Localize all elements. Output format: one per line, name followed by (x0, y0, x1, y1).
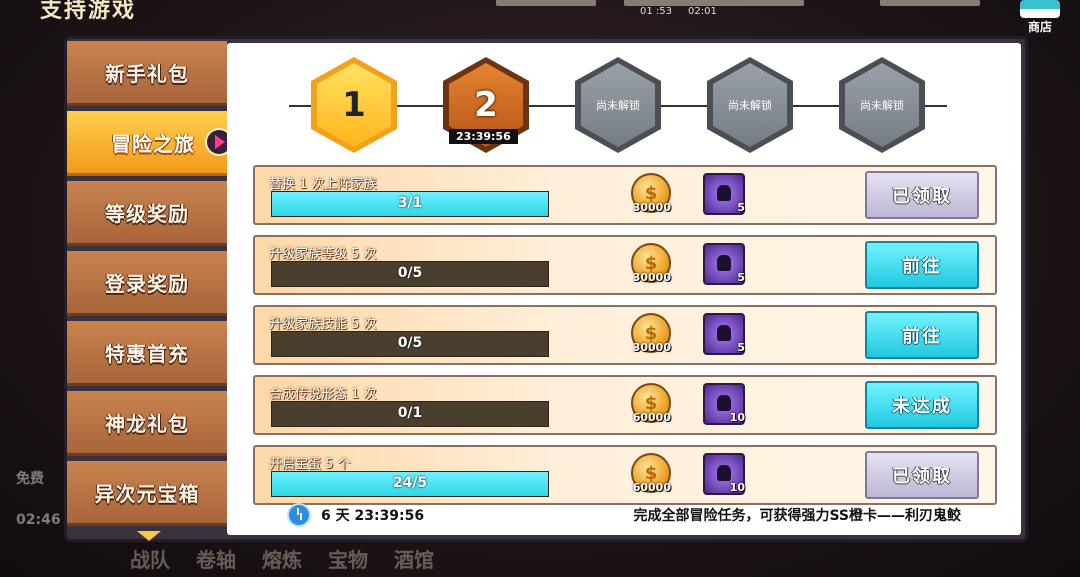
shop-label: 商店 (1027, 20, 1052, 34)
task-progress-bar: 0/1 (271, 401, 549, 427)
clock-icon (287, 503, 311, 527)
stage-timer: 23:39:56 (449, 129, 518, 144)
task-name: 替换 1 次上阵家族 (269, 177, 377, 192)
sidebar: 新手礼包 冒险之旅 等级奖励 登录奖励 特惠首充 神龙礼包 异次元宝箱 (67, 41, 239, 541)
locked-label: 尚未解锁 (728, 99, 772, 112)
nav-treasure[interactable]: 宝物 (328, 544, 368, 573)
coin-reward-amount: 30000 (632, 201, 671, 214)
task-progress-text: 3/1 (397, 195, 423, 211)
sidebar-item-label: 神龙礼包 (105, 411, 189, 436)
coin-reward-amount: 30000 (632, 341, 671, 354)
card-reward-amount: 10 (729, 481, 745, 494)
locked-label: 尚未解锁 (596, 99, 640, 112)
card-reward-amount: 5 (737, 201, 745, 214)
claimed-button[interactable]: 已领取 (865, 451, 979, 499)
nav-tavern[interactable]: 酒馆 (394, 544, 434, 573)
stage-number: 1 (342, 85, 366, 125)
shop-button[interactable]: 商店 (1014, 0, 1066, 40)
task-progress-text: 24/5 (392, 475, 428, 491)
card-reward-amount: 5 (737, 341, 745, 354)
task-progress-bar: 0/5 (271, 261, 549, 287)
go-button[interactable]: 前往 (865, 311, 979, 359)
adventure-content: 1 2 23:39:56 尚未解锁 尚未解锁 尚未解锁 替换 1 次上阵家族 3… (227, 43, 1021, 535)
sidebar-item-login-reward[interactable]: 登录奖励 (67, 251, 227, 316)
task-name: 升级家族等级 5 次 (269, 247, 377, 262)
task-progress-bar: 3/1 (271, 191, 549, 217)
task-row: 升级家族技能 5 次 0/5 $ 30000 5 前往 (253, 305, 997, 365)
bottom-nav: 战队 卷轴 熔炼 宝物 酒馆 (130, 544, 434, 573)
free-label: 免费 (16, 471, 44, 487)
nav-smelt[interactable]: 熔炼 (262, 544, 302, 573)
sidebar-item-label: 特惠首充 (105, 341, 189, 366)
stage-number: 2 (474, 85, 498, 125)
sidebar-item-first-recharge[interactable]: 特惠首充 (67, 321, 227, 386)
task-progress-bar: 0/5 (271, 331, 549, 357)
not-reached-button[interactable]: 未达成 (865, 381, 979, 429)
coin-reward-amount: 60000 (632, 481, 671, 494)
event-panel: 新手礼包 冒险之旅 等级奖励 登录奖励 特惠首充 神龙礼包 异次元宝箱 1 2 … (64, 36, 1028, 542)
sidebar-item-dragon-pack[interactable]: 神龙礼包 (67, 391, 227, 456)
sidebar-item-level-reward[interactable]: 等级奖励 (67, 181, 227, 246)
sidebar-item-adventure[interactable]: 冒险之旅 (67, 111, 239, 176)
task-row: 升级家族等级 5 次 0/5 $ 30000 5 前往 (253, 235, 997, 295)
sidebar-item-label: 异次元宝箱 (94, 481, 200, 506)
task-row: 替换 1 次上阵家族 3/1 $ 30000 5 已领取 (253, 165, 997, 225)
task-row: 开启宝蛋 5 个 24/5 $ 60000 10 已领取 (253, 445, 997, 505)
locked-label: 尚未解锁 (860, 99, 904, 112)
nav-team[interactable]: 战队 (130, 544, 170, 573)
sidebar-item-dimension-chest[interactable]: 异次元宝箱 (67, 461, 227, 526)
time-remaining: 6 天 23:39:56 (321, 508, 425, 524)
task-name: 合成传说形态 1 次 (269, 387, 377, 402)
go-button[interactable]: 前往 (865, 241, 979, 289)
sidebar-item-label: 等级奖励 (105, 201, 189, 226)
sidebar-item-label: 登录奖励 (105, 271, 189, 296)
resource-bar (496, 0, 596, 6)
task-name: 开启宝蛋 5 个 (269, 457, 351, 472)
resource-bar (880, 0, 980, 6)
completion-hint: 完成全部冒险任务，可获得强力SS橙卡——利刃鬼鲛 (633, 508, 961, 524)
stage-4-locked[interactable]: 尚未解锁 (707, 57, 793, 153)
event-timer: 02:01 (688, 6, 717, 17)
game-title: 支持游戏 (40, 0, 137, 23)
claimed-button[interactable]: 已领取 (865, 171, 979, 219)
sidebar-item-label: 新手礼包 (105, 61, 189, 86)
coin-reward-amount: 30000 (632, 271, 671, 284)
event-timer: 01 :53 (640, 6, 672, 17)
task-name: 升级家族技能 5 次 (269, 317, 377, 332)
coin-reward-amount: 60000 (632, 411, 671, 424)
task-row: 合成传说形态 1 次 0/1 $ 60000 10 未达成 (253, 375, 997, 435)
task-progress-bar: 24/5 (271, 471, 549, 497)
stage-3-locked[interactable]: 尚未解锁 (575, 57, 661, 153)
nav-scroll[interactable]: 卷轴 (196, 544, 236, 573)
stage-1[interactable]: 1 (311, 57, 397, 153)
card-reward-amount: 5 (737, 271, 745, 284)
free-timer: 02:46 (16, 512, 61, 528)
sidebar-item-label: 冒险之旅 (111, 131, 195, 156)
task-progress-text: 0/5 (397, 265, 423, 281)
shop-icon (1020, 0, 1060, 18)
task-progress-text: 0/5 (397, 335, 423, 351)
scroll-down-icon[interactable] (137, 531, 161, 541)
event-footer: 6 天 23:39:56 完成全部冒险任务，可获得强力SS橙卡——利刃鬼鲛 (287, 503, 961, 527)
task-progress-text: 0/1 (397, 405, 423, 421)
card-reward-amount: 10 (729, 411, 745, 424)
sidebar-item-newbie-pack[interactable]: 新手礼包 (67, 41, 227, 106)
stage-5-locked[interactable]: 尚未解锁 (839, 57, 925, 153)
